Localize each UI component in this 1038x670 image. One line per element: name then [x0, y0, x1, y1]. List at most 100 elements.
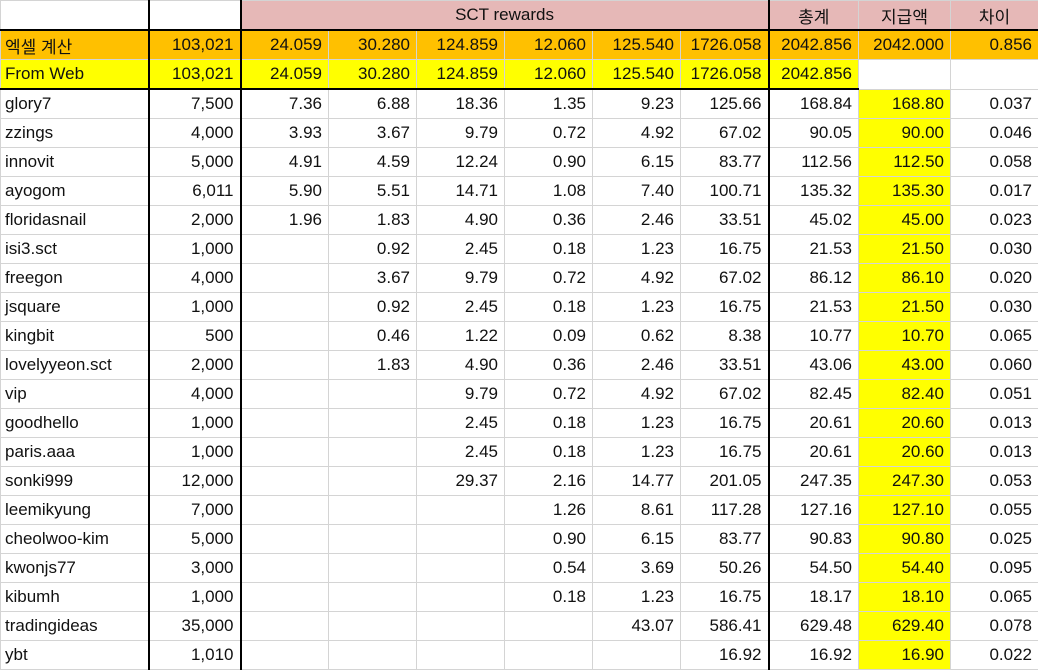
- header-blank-cell[interactable]: [1, 1, 149, 31]
- reward-cell[interactable]: 16.75: [681, 438, 769, 467]
- reward-cell[interactable]: 201.05: [681, 467, 769, 496]
- reward-cell[interactable]: 1.23: [593, 293, 681, 322]
- total-cell[interactable]: 21.53: [769, 293, 859, 322]
- reward-cell[interactable]: 6.88: [329, 89, 417, 119]
- reward-cell[interactable]: 0.72: [505, 380, 593, 409]
- reward-cell[interactable]: [241, 583, 329, 612]
- reward-cell[interactable]: 125.66: [681, 89, 769, 119]
- reward-cell[interactable]: [241, 264, 329, 293]
- amount-cell[interactable]: 500: [149, 322, 241, 351]
- total-cell[interactable]: 127.16: [769, 496, 859, 525]
- name-cell[interactable]: innovit: [1, 148, 149, 177]
- reward-cell[interactable]: [241, 380, 329, 409]
- reward-cell[interactable]: 24.059: [241, 60, 329, 90]
- reward-cell[interactable]: 4.59: [329, 148, 417, 177]
- reward-cell[interactable]: 7.36: [241, 89, 329, 119]
- reward-cell[interactable]: 1726.058: [681, 60, 769, 90]
- paid-cell[interactable]: 90.80: [859, 525, 951, 554]
- diff-cell[interactable]: 0.013: [951, 409, 1038, 438]
- reward-cell[interactable]: 9.23: [593, 89, 681, 119]
- amount-cell[interactable]: 2,000: [149, 206, 241, 235]
- reward-cell[interactable]: 0.90: [505, 525, 593, 554]
- paid-cell[interactable]: 629.40: [859, 612, 951, 641]
- diff-cell[interactable]: 0.017: [951, 177, 1038, 206]
- paid-cell[interactable]: 112.50: [859, 148, 951, 177]
- reward-cell[interactable]: 4.91: [241, 148, 329, 177]
- reward-cell[interactable]: 100.71: [681, 177, 769, 206]
- reward-cell[interactable]: [417, 496, 505, 525]
- paid-cell[interactable]: 45.00: [859, 206, 951, 235]
- reward-cell[interactable]: [241, 496, 329, 525]
- reward-cell[interactable]: 2.16: [505, 467, 593, 496]
- reward-cell[interactable]: 0.18: [505, 235, 593, 264]
- amount-cell[interactable]: 35,000: [149, 612, 241, 641]
- name-cell[interactable]: cheolwoo-kim: [1, 525, 149, 554]
- reward-cell[interactable]: 18.36: [417, 89, 505, 119]
- reward-cell[interactable]: 16.75: [681, 235, 769, 264]
- total-cell[interactable]: 20.61: [769, 409, 859, 438]
- diff-cell[interactable]: 0.020: [951, 264, 1038, 293]
- reward-cell[interactable]: 5.51: [329, 177, 417, 206]
- reward-cell[interactable]: 30.280: [329, 60, 417, 90]
- diff-cell[interactable]: 0.013: [951, 438, 1038, 467]
- amount-cell[interactable]: 2,000: [149, 351, 241, 380]
- name-cell[interactable]: zzings: [1, 119, 149, 148]
- amount-cell[interactable]: 6,011: [149, 177, 241, 206]
- reward-cell[interactable]: 1.96: [241, 206, 329, 235]
- reward-cell[interactable]: 1.35: [505, 89, 593, 119]
- name-cell[interactable]: goodhello: [1, 409, 149, 438]
- paid-cell[interactable]: 82.40: [859, 380, 951, 409]
- diff-cell[interactable]: 0.078: [951, 612, 1038, 641]
- reward-cell[interactable]: [241, 322, 329, 351]
- diff-cell[interactable]: 0.095: [951, 554, 1038, 583]
- paid-cell[interactable]: 18.10: [859, 583, 951, 612]
- paid-cell[interactable]: [859, 60, 951, 90]
- diff-cell[interactable]: 0.037: [951, 89, 1038, 119]
- amount-cell[interactable]: 1,010: [149, 641, 241, 670]
- reward-cell[interactable]: 2.45: [417, 235, 505, 264]
- reward-cell[interactable]: [329, 641, 417, 670]
- reward-cell[interactable]: 0.18: [505, 293, 593, 322]
- reward-cell[interactable]: 0.18: [505, 438, 593, 467]
- reward-cell[interactable]: 9.79: [417, 264, 505, 293]
- paid-cell[interactable]: 43.00: [859, 351, 951, 380]
- reward-cell[interactable]: 12.060: [505, 60, 593, 90]
- reward-cell[interactable]: 7.40: [593, 177, 681, 206]
- reward-cell[interactable]: 2.45: [417, 438, 505, 467]
- total-cell[interactable]: 82.45: [769, 380, 859, 409]
- reward-cell[interactable]: 0.09: [505, 322, 593, 351]
- paid-cell[interactable]: 90.00: [859, 119, 951, 148]
- paid-cell[interactable]: 20.60: [859, 409, 951, 438]
- reward-cell[interactable]: [241, 409, 329, 438]
- reward-cell[interactable]: 30.280: [329, 30, 417, 60]
- total-cell[interactable]: 20.61: [769, 438, 859, 467]
- diff-cell[interactable]: 0.030: [951, 293, 1038, 322]
- reward-cell[interactable]: 0.92: [329, 293, 417, 322]
- reward-cell[interactable]: [241, 641, 329, 670]
- total-cell[interactable]: 43.06: [769, 351, 859, 380]
- name-cell[interactable]: ybt: [1, 641, 149, 670]
- reward-cell[interactable]: 24.059: [241, 30, 329, 60]
- reward-cell[interactable]: 4.90: [417, 206, 505, 235]
- name-cell[interactable]: isi3.sct: [1, 235, 149, 264]
- reward-cell[interactable]: 8.61: [593, 496, 681, 525]
- reward-cell[interactable]: 2.46: [593, 351, 681, 380]
- paid-cell[interactable]: 21.50: [859, 235, 951, 264]
- name-cell[interactable]: kwonjs77: [1, 554, 149, 583]
- reward-cell[interactable]: 1.23: [593, 409, 681, 438]
- diff-cell[interactable]: 0.051: [951, 380, 1038, 409]
- reward-cell[interactable]: 586.41: [681, 612, 769, 641]
- reward-cell[interactable]: 0.90: [505, 148, 593, 177]
- amount-cell[interactable]: 5,000: [149, 148, 241, 177]
- name-cell[interactable]: ayogom: [1, 177, 149, 206]
- paid-cell[interactable]: 135.30: [859, 177, 951, 206]
- reward-cell[interactable]: 0.54: [505, 554, 593, 583]
- reward-cell[interactable]: 0.46: [329, 322, 417, 351]
- diff-cell[interactable]: 0.055: [951, 496, 1038, 525]
- amount-cell[interactable]: 4,000: [149, 380, 241, 409]
- name-cell[interactable]: paris.aaa: [1, 438, 149, 467]
- amount-cell[interactable]: 1,000: [149, 293, 241, 322]
- reward-cell[interactable]: 125.540: [593, 60, 681, 90]
- name-cell[interactable]: floridasnail: [1, 206, 149, 235]
- reward-cell[interactable]: 117.28: [681, 496, 769, 525]
